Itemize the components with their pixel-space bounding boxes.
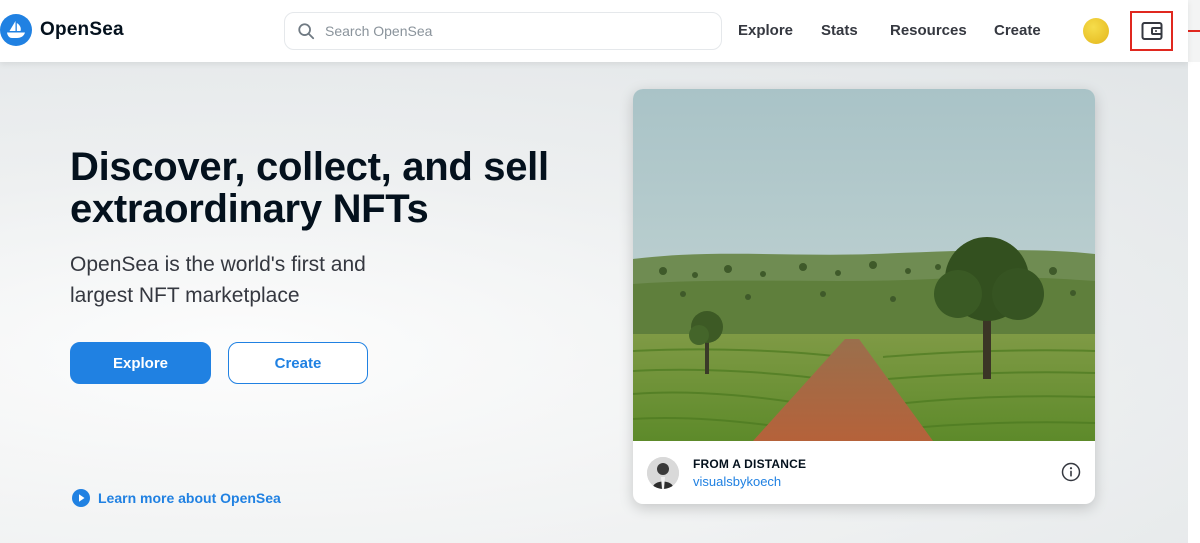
featured-nft-meta: FROM A DISTANCE visualsbykoech	[693, 457, 806, 489]
featured-nft-image	[633, 89, 1095, 441]
wallet-button[interactable]	[1130, 11, 1173, 51]
wallet-icon	[1141, 22, 1162, 40]
learn-more-link[interactable]: Learn more about OpenSea	[72, 489, 281, 507]
nav-stats[interactable]: Stats	[821, 22, 858, 39]
scrollbar-track[interactable]	[1188, 62, 1200, 543]
play-circle-icon	[72, 489, 90, 507]
featured-nft-card[interactable]: FROM A DISTANCE visualsbykoech	[633, 89, 1095, 504]
creator-avatar[interactable]	[647, 456, 679, 489]
featured-nft-title: FROM A DISTANCE	[693, 456, 807, 471]
learn-more-label: Learn more about OpenSea	[98, 490, 281, 506]
profile-avatar-icon[interactable]	[1083, 18, 1109, 44]
brand-name: OpenSea	[40, 19, 124, 40]
search-bar[interactable]	[284, 12, 722, 50]
nav-explore[interactable]: Explore	[738, 22, 793, 39]
opensea-logo-icon	[0, 14, 32, 46]
search-icon	[298, 23, 315, 40]
featured-nft-author-link[interactable]: visualsbykoech	[693, 474, 806, 489]
hero-headline: Discover, collect, and sell extraordinar…	[70, 145, 549, 231]
creator-avatar-icon	[647, 456, 679, 489]
brand-logo-link[interactable]: OpenSea	[0, 14, 124, 46]
nav-resources[interactable]: Resources	[890, 22, 967, 39]
featured-nft-footer: FROM A DISTANCE visualsbykoech	[633, 441, 1095, 504]
search-input[interactable]	[325, 23, 705, 39]
info-icon[interactable]	[1061, 462, 1081, 482]
explore-button[interactable]: Explore	[70, 342, 211, 384]
nav-create[interactable]: Create	[994, 22, 1041, 39]
top-navigation-bar: OpenSea Explore Stats Resources Create	[0, 0, 1188, 62]
hero-subline: OpenSea is the world's first and largest…	[70, 253, 366, 307]
create-button[interactable]: Create	[228, 342, 368, 384]
